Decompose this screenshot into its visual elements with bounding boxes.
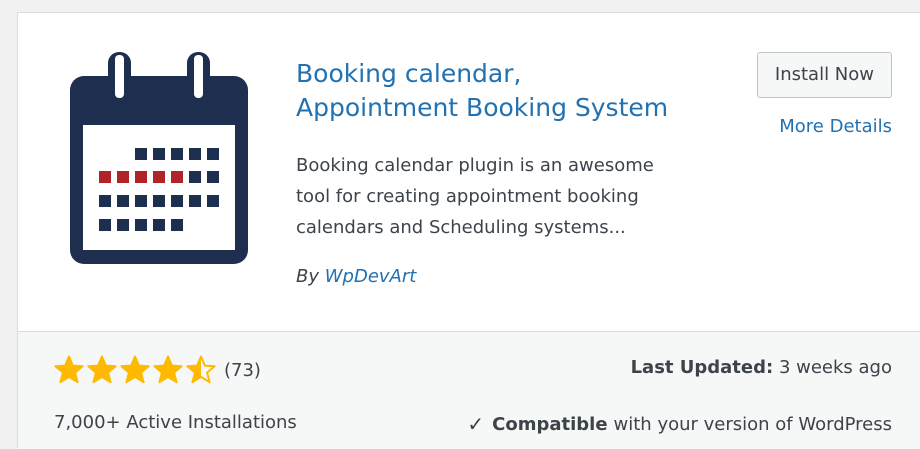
calendar-day-cell (171, 148, 183, 160)
more-details-link[interactable]: More Details (742, 116, 892, 137)
last-updated: Last Updated: 3 weeks ago (631, 357, 892, 378)
author-prefix: By (296, 266, 320, 287)
num-ratings[interactable]: (73) (224, 360, 261, 381)
calendar-day-cell (135, 219, 147, 231)
plugin-card-bottom: (73) 7,000+ Active Installations Last Up… (18, 331, 920, 449)
star-filled-icon (54, 355, 84, 385)
checkmark-icon: ✓ (467, 412, 485, 436)
action-links: Install Now More Details (742, 52, 892, 137)
calendar-day-cell (171, 195, 183, 207)
plugin-name-link[interactable]: Booking calendar, Appointment Booking Sy… (296, 57, 726, 125)
star-filled-icon (87, 355, 117, 385)
active-installs: 7,000+ Active Installations (54, 412, 297, 433)
star-filled-icon (153, 355, 183, 385)
calendar-day-cell (153, 219, 165, 231)
calendar-day-cell (117, 195, 129, 207)
calendar-ring-left-inner (115, 55, 124, 98)
plugin-name-line1[interactable]: Booking calendar, (296, 57, 726, 91)
calendar-day-cell (153, 148, 165, 160)
plugin-card: Booking calendar, Appointment Booking Sy… (17, 12, 920, 449)
calendar-day-cell (135, 195, 147, 207)
calendar-day-cell (99, 219, 111, 231)
last-updated-value: 3 weeks ago (778, 357, 892, 378)
compatible-label: Compatible (492, 413, 608, 435)
calendar-day-cell (171, 171, 183, 183)
star-rating: (73) (54, 354, 261, 386)
description-line-2: tool for creating appointment booking (296, 186, 639, 207)
calendar-page (83, 125, 235, 250)
install-now-button[interactable]: Install Now (756, 52, 892, 98)
last-updated-label: Last Updated: (630, 357, 774, 378)
description-line-1: Booking calendar plugin is an awesome (296, 155, 654, 176)
calendar-day-cell (99, 171, 111, 183)
compatibility: ✓ Compatible with your version of WordPr… (467, 412, 892, 436)
calendar-day-cell (153, 195, 165, 207)
calendar-day-cell (207, 195, 219, 207)
calendar-day-cell (189, 171, 201, 183)
star-filled-icon (120, 355, 150, 385)
calendar-day-cell (99, 195, 111, 207)
calendar-day-cell (135, 148, 147, 160)
description-line-3: calendars and Scheduling systems... (296, 217, 626, 238)
calendar-ring-right-inner (194, 55, 203, 98)
calendar-day-cell (189, 195, 201, 207)
plugin-name-line2[interactable]: Appointment Booking System (296, 91, 726, 125)
compatible-suffix: with your version of WordPress (613, 413, 892, 435)
calendar-day-cell (153, 171, 165, 183)
calendar-day-cell (117, 219, 129, 231)
stars (54, 355, 216, 385)
star-half-icon (186, 355, 216, 385)
calendar-icon[interactable] (70, 52, 248, 264)
calendar-day-cell (135, 171, 147, 183)
author-link[interactable]: WpDevArt (325, 266, 417, 287)
plugin-description: Booking calendar plugin is an awesome to… (296, 150, 696, 243)
plugin-card-top: Booking calendar, Appointment Booking Sy… (18, 13, 920, 331)
calendar-day-cell (189, 148, 201, 160)
calendar-day-cell (171, 219, 183, 231)
calendar-day-cell (117, 171, 129, 183)
calendar-day-cell (207, 148, 219, 160)
plugin-author: By WpDevArt (296, 266, 416, 287)
calendar-day-cell (207, 171, 219, 183)
